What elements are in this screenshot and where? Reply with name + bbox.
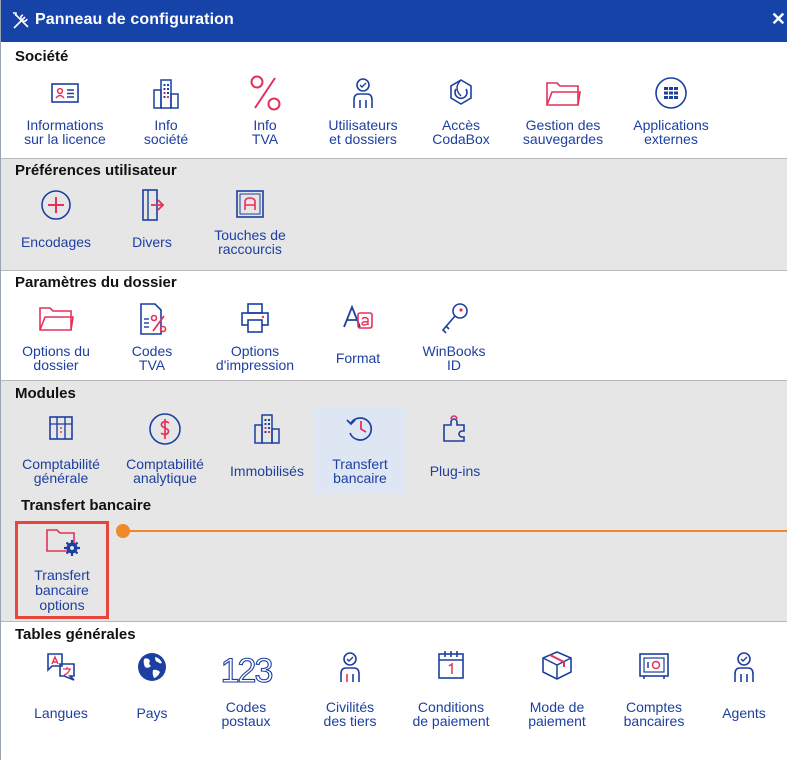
title-bar: Panneau de configuration ✕ — [1, 0, 787, 42]
item-label: externes — [644, 131, 698, 147]
export-document-icon — [142, 189, 165, 221]
building-icon — [254, 414, 280, 444]
item-label: WinBooks — [422, 343, 486, 359]
item-label: sauvegardes — [522, 131, 604, 147]
item-label: générale — [33, 470, 89, 486]
license-card-icon — [51, 83, 79, 103]
plus-circle-icon — [41, 190, 71, 220]
package-icon — [542, 651, 572, 680]
item-label: TVA — [138, 357, 166, 373]
window-title: Panneau de configuration — [35, 11, 234, 28]
svg-text:123: 123 — [221, 652, 273, 690]
section-modules: Modules Comptabilité générale Comptabili… — [1, 381, 787, 493]
item-label: Agents — [722, 705, 766, 721]
section-folder-settings: Paramètres du dossier Options du dossier… — [1, 271, 787, 380]
item-label: Codes — [225, 699, 267, 715]
printer-icon — [241, 303, 269, 333]
item-label: ID — [447, 357, 461, 373]
section-title: Préférences utilisateur — [15, 162, 177, 179]
users-icon — [353, 78, 373, 108]
section-societe: Société Informations sur la licence Info… — [1, 42, 787, 158]
item-label: Codes — [131, 343, 173, 359]
connector-line — [123, 530, 787, 532]
item-label: bancaire — [35, 582, 89, 598]
item-label: Applications — [633, 117, 709, 133]
item-label: Gestion des — [525, 117, 601, 133]
key-icon — [441, 303, 468, 334]
item-label: de paiement — [412, 713, 490, 729]
shortcut-key-icon — [236, 190, 264, 218]
percent-icon — [250, 75, 281, 111]
section-title: Modules — [15, 385, 76, 402]
item-label: Touches de — [214, 227, 286, 243]
close-button[interactable]: ✕ — [771, 9, 786, 30]
item-label: Plug-ins — [429, 463, 481, 479]
person-icon — [340, 652, 360, 682]
section-title: Paramètres du dossier — [15, 274, 177, 291]
section-title: Société — [15, 48, 69, 65]
section-title: Tables générales — [15, 626, 136, 643]
history-icon — [346, 417, 373, 441]
item-label: d'impression — [215, 357, 295, 373]
numbers-123-icon: 123 — [220, 651, 275, 690]
control-panel-window: Panneau de configuration ✕ Société Infor… — [0, 0, 787, 760]
item-label: options — [39, 597, 85, 613]
folder-gear-icon — [46, 529, 80, 556]
item-label: Options — [230, 343, 280, 359]
dollar-circle-icon — [149, 413, 181, 445]
language-icon — [47, 653, 75, 681]
vat-codes-icon — [140, 303, 167, 335]
ledger-icon — [49, 416, 73, 440]
item-label: Transfert — [34, 567, 90, 583]
section-bank-transfer: Transfert bancaire Transfert bancaire op… — [1, 493, 787, 621]
item-label: raccourcis — [218, 241, 282, 257]
tools-icon — [13, 12, 29, 29]
item-label: Conditions — [417, 699, 485, 715]
codabox-icon — [450, 79, 472, 105]
section-title: Transfert bancaire — [21, 497, 152, 514]
section-preferences: Préférences utilisateur Encodages Divers — [1, 159, 787, 270]
safe-icon — [639, 653, 669, 679]
connector-dot — [116, 524, 130, 538]
building-icon — [153, 79, 179, 109]
font-format-icon — [343, 304, 373, 329]
globe-icon — [138, 653, 166, 681]
agent-icon — [734, 652, 754, 682]
calendar-icon — [438, 651, 464, 679]
folder-icon — [39, 307, 74, 331]
section-general-tables: Tables générales Langues Pays 123 Codes … — [1, 622, 787, 736]
apps-grid-icon — [655, 77, 687, 109]
item-label: postaux — [221, 713, 271, 729]
item-label: Comptabilité — [22, 456, 100, 472]
folder-icon — [546, 82, 581, 106]
puzzle-icon — [443, 415, 465, 442]
